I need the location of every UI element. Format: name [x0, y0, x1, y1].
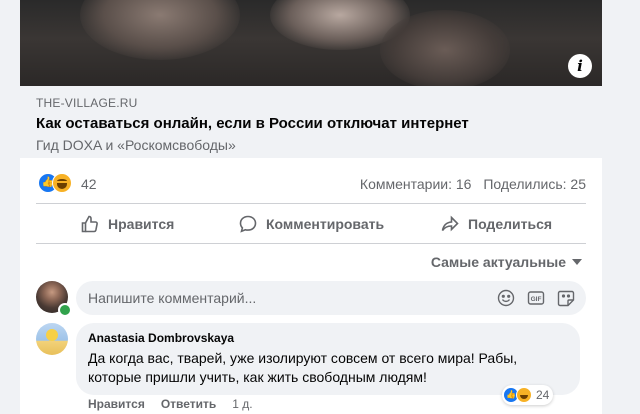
comment-sort-dropdown[interactable]: Самые актуальные [431, 254, 582, 270]
info-icon[interactable]: i [568, 54, 592, 78]
comment-reaction-count: 24 [536, 388, 550, 402]
comment-label: Комментировать [266, 216, 385, 232]
comments-count[interactable]: Комментарии: 16 [360, 176, 472, 192]
caret-down-icon [572, 259, 582, 265]
divider [36, 203, 586, 204]
like-button[interactable]: Нравится [80, 205, 174, 243]
post-actions: Нравится Комментировать Поделиться [20, 205, 602, 243]
link-title[interactable]: Как оставаться онлайн, если в России отк… [36, 115, 469, 132]
post-card: i THE-VILLAGE.RU Как оставаться онлайн, … [20, 0, 602, 414]
reaction-icons[interactable]: 👍 [38, 173, 78, 193]
svg-text:GIF: GIF [531, 296, 542, 303]
emoji-icon[interactable] [496, 288, 516, 308]
link-subtitle: Гид DOXA и «Роскомсвободы» [36, 137, 236, 153]
comment-bubble: Anastasia Dombrovskaya Да когда вас, тва… [76, 323, 580, 395]
online-status-icon [58, 303, 72, 317]
link-preview-image[interactable]: i [20, 0, 602, 86]
shares-count[interactable]: Поделились: 25 [483, 176, 586, 192]
divider [36, 243, 586, 244]
comment-composer: GIF [36, 281, 586, 317]
link-preview[interactable]: THE-VILLAGE.RU Как оставаться онлайн, ес… [20, 86, 602, 158]
sticker-icon[interactable] [556, 288, 576, 308]
thumbs-up-icon [81, 215, 98, 233]
haha-reaction-icon [52, 173, 72, 193]
comment-button[interactable]: Комментировать [238, 205, 384, 243]
like-label: Нравится [108, 216, 175, 232]
haha-reaction-icon [516, 387, 532, 403]
comment-like-link[interactable]: Нравится [88, 397, 145, 411]
comment-text: Да когда вас, тварей, уже изолируют совс… [88, 350, 518, 385]
link-domain: THE-VILLAGE.RU [36, 96, 138, 110]
gif-icon[interactable]: GIF [526, 288, 546, 308]
comment-author[interactable]: Anastasia Dombrovskaya [88, 331, 234, 345]
sort-label: Самые актуальные [430, 254, 566, 270]
avatar[interactable] [36, 323, 68, 355]
post-stats: 👍 42 Комментарии: 16 Поделились: 25 [20, 168, 602, 198]
comment-timestamp[interactable]: 1 д. [232, 397, 252, 411]
comment-meta: Нравится Ответить 1 д. [88, 397, 253, 411]
image-detail [380, 10, 510, 86]
image-detail [80, 0, 240, 60]
comment-reply-link[interactable]: Ответить [161, 397, 216, 411]
comment-icon [239, 215, 257, 233]
share-icon [441, 215, 459, 232]
comment-reactions[interactable]: 👍 24 [502, 385, 554, 405]
share-button[interactable]: Поделиться [440, 205, 552, 243]
share-label: Поделиться [468, 216, 553, 232]
reaction-count[interactable]: 42 [81, 176, 97, 192]
